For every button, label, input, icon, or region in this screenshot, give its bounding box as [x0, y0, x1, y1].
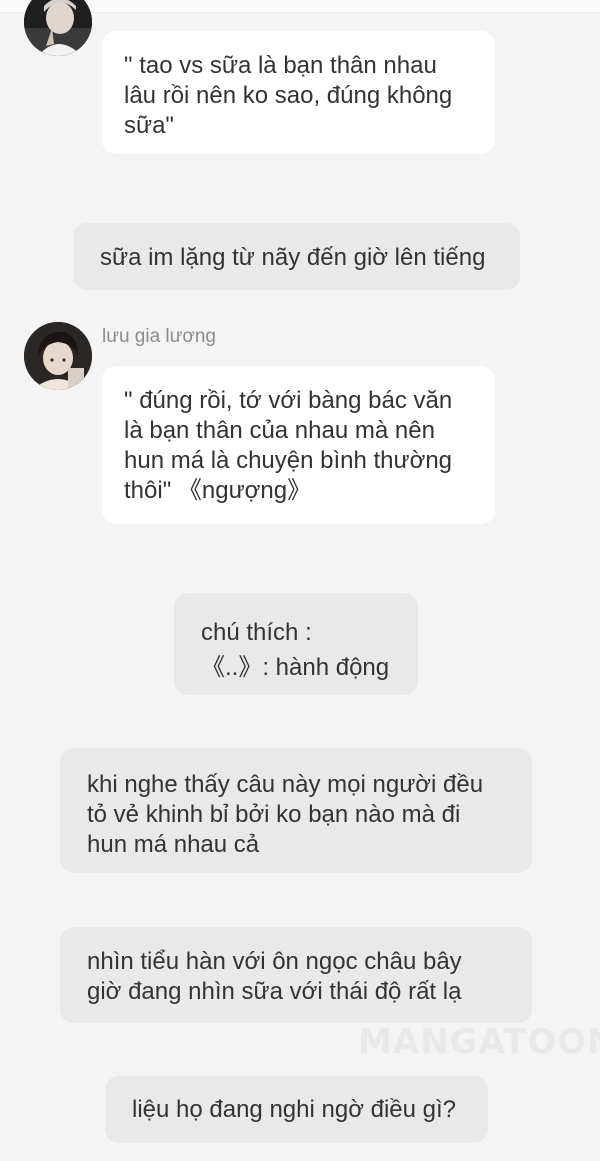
narration-text-line: giờ đang nhìn sữa với thái độ rất lạ [87, 978, 462, 1005]
user-avatar-icon[interactable] [24, 0, 92, 56]
message-text-line: sữa" [124, 112, 174, 139]
message-text-line: lâu rồi nên ko sao, đúng không [124, 82, 453, 109]
narration-text-line: 《..》: hành động [201, 654, 390, 681]
message-text-line: hun má là chuyện bình thường [124, 447, 453, 474]
narration-text-line: tỏ vẻ khinh bỉ bởi ko bạn nào mà đi [87, 801, 461, 828]
narration-bubble: nhìn tiểu hàn với ôn ngọc châu bây giờ đ… [60, 927, 532, 1023]
message-text-line: " tao vs sữa là bạn thân nhau [124, 52, 437, 79]
message-text-line: thôi" 《ngượng》 [124, 477, 312, 504]
narration-bubble: khi nghe thấy câu này mọi người đều tỏ v… [60, 748, 532, 873]
narration-text-line: chú thích : [201, 619, 312, 646]
narration-text-line: khi nghe thấy câu này mọi người đều [87, 771, 484, 798]
user-avatar-icon[interactable] [24, 322, 92, 390]
character-message-bubble: " đúng rồi, tớ với bàng bác văn là bạn t… [102, 366, 495, 524]
character-message-bubble: " tao vs sữa là bạn thân nhau lâu rồi nê… [102, 31, 495, 154]
narration-text-line: hun má nhau cả [87, 831, 260, 858]
narration-text-line: nhìn tiểu hàn với ôn ngọc châu bây [87, 948, 462, 975]
narration-bubble: liệu họ đang nghi ngờ điều gì? [105, 1076, 488, 1143]
narration-text-line: liệu họ đang nghi ngờ điều gì? [132, 1096, 456, 1123]
watermark-logo: MANGATOON [358, 1022, 600, 1062]
narration-text-line: sữa im lặng từ nãy đến giờ lên tiếng [100, 244, 486, 271]
narration-bubble: chú thích : 《..》: hành động [174, 593, 418, 695]
character-name: lưu gia lương [102, 326, 216, 347]
message-text-line: " đúng rồi, tớ với bàng bác văn [124, 387, 453, 414]
narration-bubble: sữa im lặng từ nãy đến giờ lên tiếng [73, 223, 520, 290]
message-text-line: là bạn thân của nhau mà nên [124, 417, 435, 444]
